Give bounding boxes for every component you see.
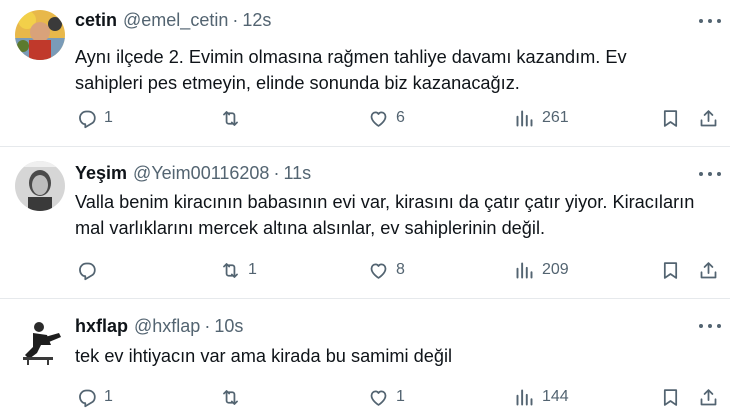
tweet-header: Yeşim @Yeim00116208 · 11s [75, 163, 311, 184]
tweet-header: cetin @emel_cetin · 12s [75, 10, 271, 31]
bookmark-button[interactable] [660, 386, 681, 408]
heart-icon [370, 263, 387, 279]
views-chart-icon [516, 262, 533, 278]
reply-button[interactable] [76, 259, 104, 281]
like-count: 6 [396, 109, 405, 126]
tweet[interactable]: Yeşim @Yeim00116208 · 11s Valla benim ki… [0, 147, 730, 297]
reply-count: 1 [104, 109, 113, 126]
user-handle[interactable]: @Yeim00116208 [133, 163, 269, 184]
bookmark-icon [663, 109, 678, 127]
views-button[interactable]: 209 [514, 259, 569, 281]
separator-dot: · [273, 163, 280, 183]
user-handle[interactable]: @emel_cetin [123, 10, 228, 31]
views-chart-icon [516, 389, 533, 405]
view-count: 261 [542, 109, 569, 126]
avatar[interactable] [15, 10, 65, 60]
share-button[interactable] [698, 386, 719, 408]
display-name[interactable]: Yeşim [75, 163, 127, 184]
like-button[interactable]: 8 [368, 259, 405, 281]
retweet-icon [223, 110, 238, 126]
share-button[interactable] [698, 107, 719, 129]
view-count: 209 [542, 261, 569, 278]
tweet-text-line: mal varlıklarını mercek altına alsınlar,… [75, 218, 546, 238]
retweet-count: 1 [248, 261, 257, 278]
bookmark-icon [663, 261, 678, 279]
share-icon [700, 109, 717, 126]
tweet-text-line: tek ev ihtiyacın var ama kirada bu samim… [75, 346, 453, 366]
reply-icon [79, 389, 96, 407]
display-name[interactable]: hxflap [75, 316, 128, 337]
reply-icon [79, 262, 96, 280]
share-button[interactable] [698, 259, 719, 281]
retweet-icon [223, 389, 238, 405]
tweet[interactable]: hxflap @hxflap · 10s tek ev ihtiyacın va… [0, 299, 730, 420]
tweet-text-line: sahipleri pes etmeyin, elinde sonunda bi… [75, 73, 520, 93]
retweet-icon [223, 262, 238, 278]
views-button[interactable]: 261 [514, 107, 569, 129]
reply-button[interactable]: 1 [76, 386, 113, 408]
share-icon [700, 261, 717, 278]
more-dots-icon[interactable] [697, 165, 723, 183]
separator-dot: · [232, 10, 239, 30]
timestamp[interactable]: 11s [283, 163, 311, 184]
tweet-text: Valla benim kiracının babasının evi var,… [75, 189, 725, 241]
like-button[interactable]: 1 [368, 386, 405, 408]
avatar[interactable] [15, 161, 65, 211]
views-chart-icon [516, 110, 533, 126]
timestamp[interactable]: 10s [214, 316, 243, 337]
like-count: 8 [396, 261, 405, 278]
separator-dot: · [204, 316, 211, 336]
reply-icon [79, 110, 96, 128]
tweet-text-line: Aynı ilçede 2. Evimin olmasına rağmen ta… [75, 47, 627, 67]
more-dots-icon[interactable] [697, 317, 723, 335]
timestamp[interactable]: 12s [242, 10, 271, 31]
bookmark-icon [663, 388, 678, 406]
more-dots-icon[interactable] [697, 12, 723, 30]
like-count: 1 [396, 388, 405, 405]
heart-icon [370, 111, 387, 127]
reply-button[interactable]: 1 [76, 107, 113, 129]
retweet-button[interactable]: 1 [220, 259, 257, 281]
tweet-text-line: Valla benim kiracının babasının evi var,… [75, 192, 695, 212]
retweet-button[interactable] [220, 386, 248, 408]
heart-icon [370, 390, 387, 406]
view-count: 144 [542, 388, 569, 405]
user-handle[interactable]: @hxflap [134, 316, 200, 337]
retweet-button[interactable] [220, 107, 248, 129]
tweet[interactable]: cetin @emel_cetin · 12s Aynı ilçede 2. E… [0, 0, 730, 150]
tweet-header: hxflap @hxflap · 10s [75, 316, 243, 337]
tweet-text: tek ev ihtiyacın var ama kirada bu samim… [75, 343, 725, 369]
avatar[interactable] [15, 315, 65, 365]
views-button[interactable]: 144 [514, 386, 569, 408]
like-button[interactable]: 6 [368, 107, 405, 129]
bookmark-button[interactable] [660, 107, 681, 129]
display-name[interactable]: cetin [75, 10, 117, 31]
reply-count: 1 [104, 388, 113, 405]
share-icon [700, 388, 717, 405]
tweet-text: Aynı ilçede 2. Evimin olmasına rağmen ta… [75, 44, 725, 96]
bookmark-button[interactable] [660, 259, 681, 281]
